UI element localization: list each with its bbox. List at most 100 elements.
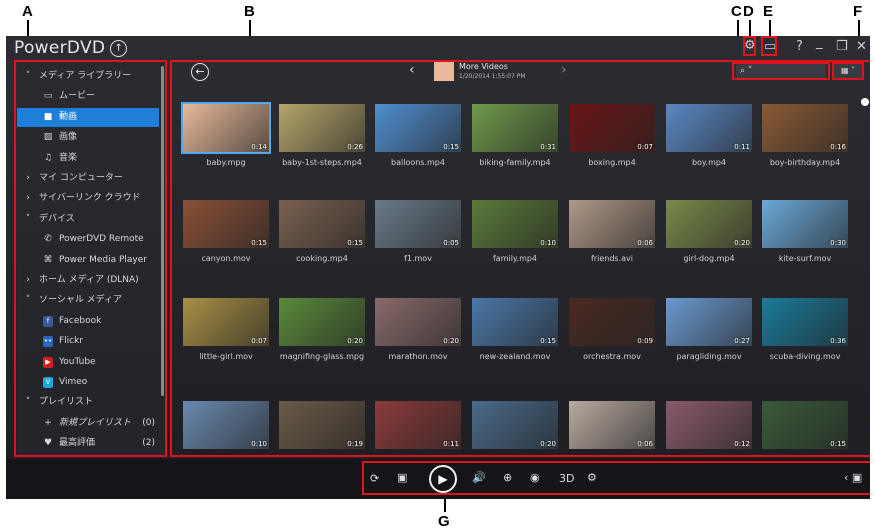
restore-button[interactable]: ❐ bbox=[836, 39, 848, 54]
video-filename: little-girl.mov bbox=[199, 352, 253, 361]
duration-label: 0:05 bbox=[443, 239, 459, 247]
video-filename: scuba-diving.mov bbox=[769, 352, 841, 361]
duration-label: 0:36 bbox=[830, 337, 846, 345]
duration-label: 0:09 bbox=[637, 337, 653, 345]
duration-label: 0:19 bbox=[347, 440, 363, 448]
video-filename: magnifing-glass.mpg bbox=[279, 352, 365, 361]
video-thumbnail[interactable]: 0:07 bbox=[569, 104, 655, 152]
duration-label: 0:20 bbox=[443, 337, 459, 345]
duration-label: 0:16 bbox=[830, 143, 846, 151]
video-thumbnail[interactable]: 0:27 bbox=[666, 298, 752, 346]
video-thumbnail[interactable]: 0:30 bbox=[762, 200, 848, 248]
video-thumbnail[interactable]: 0:20 bbox=[375, 298, 461, 346]
video-thumbnail[interactable]: 0:06 bbox=[569, 200, 655, 248]
video-thumbnail[interactable]: 0:15 bbox=[375, 104, 461, 152]
duration-label: 0:07 bbox=[637, 143, 653, 151]
video-thumbnail[interactable]: 0:10 bbox=[472, 200, 558, 248]
duration-label: 0:20 bbox=[540, 440, 556, 448]
video-thumbnail[interactable]: 0:15 bbox=[183, 200, 269, 248]
duration-label: 0:14 bbox=[251, 143, 267, 151]
duration-label: 0:10 bbox=[251, 440, 267, 448]
duration-label: 0:15 bbox=[830, 440, 846, 448]
settings-highlight-d bbox=[743, 36, 756, 56]
duration-label: 0:15 bbox=[540, 337, 556, 345]
duration-label: 0:15 bbox=[347, 239, 363, 247]
video-filename: baby-1st-steps.mp4 bbox=[282, 158, 362, 167]
video-thumbnail[interactable]: 0:11 bbox=[666, 104, 752, 152]
duration-label: 0:30 bbox=[830, 239, 846, 247]
video-filename: boy-birthday.mp4 bbox=[769, 158, 841, 167]
close-button[interactable]: ✕ bbox=[856, 39, 867, 54]
video-filename: girl-dog.mp4 bbox=[683, 254, 735, 263]
duration-label: 0:11 bbox=[443, 440, 459, 448]
app-logo: PowerDVD ↑ bbox=[14, 38, 128, 58]
duration-label: 0:12 bbox=[734, 440, 750, 448]
callout-a: A bbox=[22, 3, 33, 20]
duration-label: 0:06 bbox=[637, 440, 653, 448]
search-highlight-c bbox=[732, 62, 830, 80]
video-thumbnail[interactable]: 0:11 bbox=[375, 401, 461, 449]
video-thumbnail[interactable]: 0:05 bbox=[375, 200, 461, 248]
video-filename: boy.mp4 bbox=[691, 158, 727, 167]
duration-label: 0:15 bbox=[251, 239, 267, 247]
duration-label: 0:27 bbox=[734, 337, 750, 345]
title-bar: PowerDVD ↑ ⚙ ▭ ? _ ❐ ✕ bbox=[6, 36, 870, 60]
video-thumbnail[interactable]: 0:20 bbox=[472, 401, 558, 449]
callout-d: D bbox=[743, 3, 754, 20]
duration-label: 0:15 bbox=[443, 143, 459, 151]
video-filename: boxing.mp4 bbox=[588, 158, 636, 167]
video-filename: orchestra.mov bbox=[583, 352, 641, 361]
video-filename: friends.avi bbox=[591, 254, 633, 263]
video-thumbnail[interactable]: 0:15 bbox=[472, 298, 558, 346]
video-thumbnail[interactable]: 0:16 bbox=[762, 104, 848, 152]
duration-label: 0:26 bbox=[347, 143, 363, 151]
video-thumbnail[interactable]: 0:31 bbox=[472, 104, 558, 152]
video-filename: balloons.mp4 bbox=[391, 158, 445, 167]
minimize-button[interactable]: _ bbox=[816, 36, 823, 50]
duration-label: 0:31 bbox=[540, 143, 556, 151]
view-highlight-f bbox=[832, 62, 864, 80]
video-filename: marathon.mov bbox=[388, 352, 448, 361]
duration-label: 0:20 bbox=[734, 239, 750, 247]
callout-e: E bbox=[763, 3, 774, 20]
video-thumbnail[interactable]: 0:15 bbox=[279, 200, 365, 248]
sidebar-highlight-a bbox=[14, 60, 167, 457]
miniplayer-highlight-e bbox=[761, 36, 777, 56]
video-filename: canyon.mov bbox=[201, 254, 251, 263]
duration-label: 0:11 bbox=[734, 143, 750, 151]
video-thumbnail[interactable]: 0:20 bbox=[279, 298, 365, 346]
video-thumbnail[interactable]: 0:12 bbox=[666, 401, 752, 449]
video-filename: new-zealand.mov bbox=[479, 352, 551, 361]
video-thumbnail[interactable]: 0:19 bbox=[279, 401, 365, 449]
video-filename: f1.mov bbox=[404, 254, 432, 263]
video-thumbnail[interactable]: 0:20 bbox=[666, 200, 752, 248]
video-thumbnail[interactable]: 0:15 bbox=[762, 401, 848, 449]
duration-label: 0:07 bbox=[251, 337, 267, 345]
callout-c: C bbox=[731, 3, 742, 20]
grid-scroll-thumb[interactable] bbox=[861, 98, 869, 106]
video-thumbnail[interactable]: 0:06 bbox=[569, 401, 655, 449]
video-thumbnail[interactable]: 0:07 bbox=[183, 298, 269, 346]
controls-highlight-g bbox=[362, 461, 870, 495]
video-filename: kite-surf.mov bbox=[778, 254, 832, 263]
powerdvd-window: PowerDVD ↑ ⚙ ▭ ? _ ❐ ✕ ˅ メディア ライブラリー ▭ ムービー ■… bbox=[6, 36, 870, 499]
callout-b: B bbox=[244, 3, 255, 20]
duration-label: 0:10 bbox=[540, 239, 556, 247]
video-filename: paragliding.mov bbox=[676, 352, 742, 361]
video-thumbnail[interactable]: 0:10 bbox=[183, 401, 269, 449]
video-filename: biking-family.mp4 bbox=[479, 158, 551, 167]
callout-g: G bbox=[438, 513, 450, 530]
app-title: PowerDVD bbox=[14, 38, 106, 58]
video-thumbnail[interactable]: 0:26 bbox=[279, 104, 365, 152]
callout-f: F bbox=[853, 3, 863, 20]
video-thumbnail[interactable]: 0:36 bbox=[762, 298, 848, 346]
video-filename: family.mp4 bbox=[492, 254, 538, 263]
duration-label: 0:06 bbox=[637, 239, 653, 247]
video-thumbnail[interactable]: 0:14 bbox=[181, 102, 271, 154]
help-button[interactable]: ? bbox=[796, 39, 803, 54]
video-filename: cooking.mp4 bbox=[296, 254, 348, 263]
video-thumbnail[interactable]: 0:09 bbox=[569, 298, 655, 346]
upgrade-arrow-icon[interactable]: ↑ bbox=[110, 40, 128, 57]
video-filename: baby.mpg bbox=[206, 158, 246, 167]
duration-label: 0:20 bbox=[347, 337, 363, 345]
